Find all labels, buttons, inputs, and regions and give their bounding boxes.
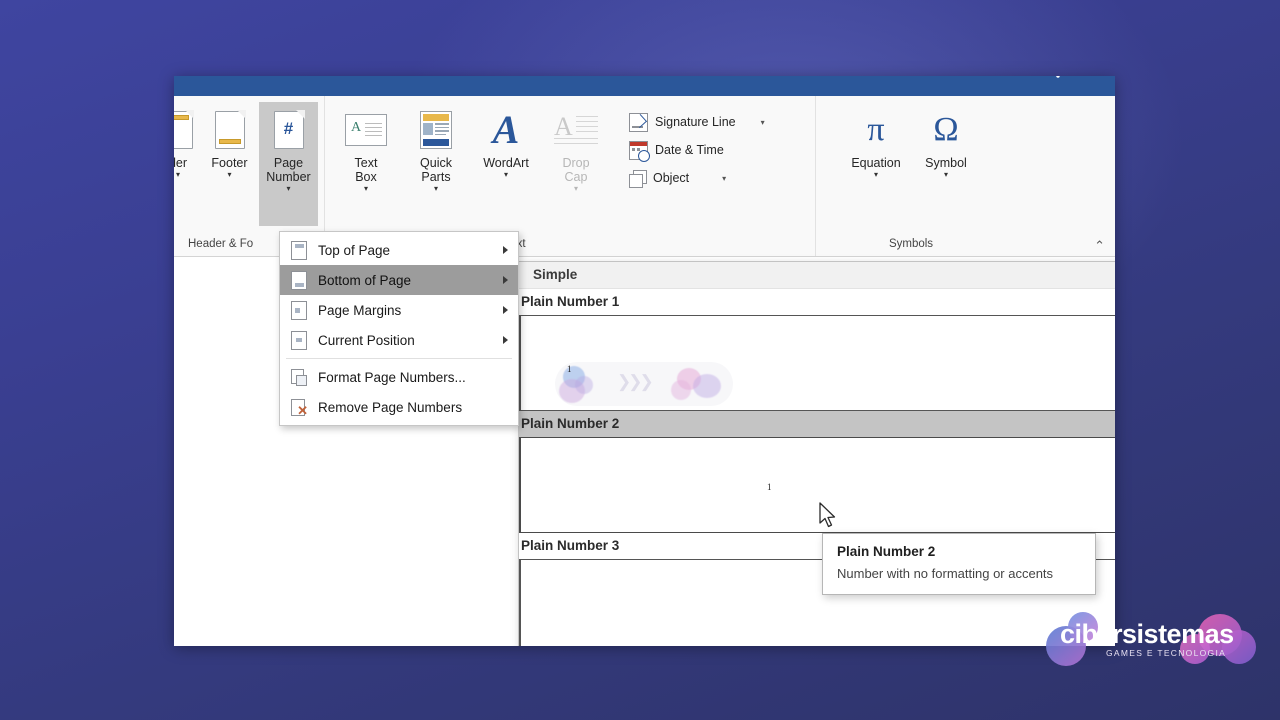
signature-line-label: Signature Line <box>655 115 736 129</box>
symbols-group-label: Symbols <box>816 237 1006 256</box>
footer-button-label: Footer <box>211 156 247 170</box>
header-button-label: der <box>174 156 187 170</box>
cibersistemas-logo: cibersistemas GAMES E TECNOLOGIA <box>1046 608 1256 674</box>
date-time-button[interactable]: Date & Time <box>625 136 771 164</box>
page-top-icon <box>286 241 312 260</box>
drop-cap-icon: A <box>554 106 598 154</box>
gallery-item-plain-number-2[interactable]: Plain Number 2 1 <box>519 411 1115 533</box>
tooltip: Plain Number 2 Number with no formatting… <box>822 533 1096 595</box>
quick-parts-label: Quick Parts <box>420 156 452 184</box>
quick-parts-icon <box>420 106 452 154</box>
menu-page-margins[interactable]: Page Margins <box>280 295 518 325</box>
menu-bottom-of-page-label: Bottom of Page <box>312 273 411 288</box>
object-icon <box>629 170 646 187</box>
wordart-caret-icon[interactable]: ▾ <box>504 171 508 179</box>
symbol-button[interactable]: Ω Symbol ▾ <box>911 102 981 181</box>
quick-parts-caret-icon[interactable]: ▾ <box>434 185 438 193</box>
gallery-item-1-preview[interactable]: ❯❯❯ 1 <box>519 315 1115 411</box>
gallery-item-2-number: 1 <box>767 482 772 492</box>
signature-line-button[interactable]: Signature Line ▾ <box>625 108 771 136</box>
omega-icon: Ω <box>933 106 958 154</box>
page-current-icon <box>286 331 312 350</box>
symbol-label: Symbol <box>925 156 967 170</box>
quick-parts-button[interactable]: Quick Parts ▾ <box>401 102 471 195</box>
object-label: Object <box>653 171 689 185</box>
text-group-small-buttons: Signature Line ▾ Date & Time <box>625 102 771 192</box>
page-margins-icon <box>286 301 312 320</box>
equation-button[interactable]: π Equation ▾ <box>841 102 911 181</box>
tooltip-description: Number with no formatting or accents <box>837 565 1081 582</box>
object-button[interactable]: Object ▾ <box>625 164 771 192</box>
date-time-label: Date & Time <box>655 143 724 157</box>
page-number-button[interactable]: # Page Number ▾ <box>259 102 318 226</box>
submenu-arrow-icon <box>503 276 508 284</box>
menu-current-position-label: Current Position <box>312 333 415 348</box>
menu-remove-page-numbers[interactable]: ✕ Remove Page Numbers <box>280 392 518 422</box>
page-number-button-label: Page Number <box>266 156 310 184</box>
footer-button[interactable]: Footer ▾ <box>200 102 259 181</box>
mouse-cursor <box>818 502 838 530</box>
symbol-caret-icon[interactable]: ▾ <box>944 171 948 179</box>
menu-page-margins-label: Page Margins <box>312 303 401 318</box>
gallery-item-1-title: Plain Number 1 <box>519 289 1115 315</box>
signature-line-icon <box>629 113 648 132</box>
signature-line-caret-icon[interactable]: ▾ <box>761 118 765 127</box>
logo-wordmark: cibersistemas <box>1060 620 1234 648</box>
submenu-arrow-icon <box>503 306 508 314</box>
ribbon-group-symbols: π Equation ▾ Ω Symbol ▾ Symbols <box>815 96 1006 256</box>
menu-top-of-page-label: Top of Page <box>312 243 390 258</box>
menu-bottom-of-page[interactable]: Bottom of Page <box>280 265 518 295</box>
drop-cap-caret-icon: ▾ <box>574 185 578 193</box>
text-box-button[interactable]: A Text Box ▾ <box>331 102 401 195</box>
watermark-decoration: ❯❯❯ <box>555 362 733 406</box>
drop-cap-label: Drop Cap <box>562 156 589 184</box>
ribbon-filler <box>1006 96 1115 256</box>
share-button[interactable]: Share <box>1047 76 1099 79</box>
wordart-icon: A <box>493 106 520 154</box>
title-bar: Share <box>174 76 1115 96</box>
remove-numbers-icon: ✕ <box>286 399 312 416</box>
footer-page-icon <box>215 106 245 154</box>
footer-caret-icon[interactable]: ▾ <box>227 171 231 179</box>
gallery-item-2-preview[interactable]: 1 <box>519 437 1115 533</box>
object-caret-icon[interactable]: ▾ <box>722 174 726 183</box>
header-caret-icon[interactable]: ▾ <box>176 171 180 179</box>
chevron-up-icon[interactable]: ⌃ <box>1094 239 1105 252</box>
equation-label: Equation <box>851 156 900 170</box>
pi-icon: π <box>867 106 884 154</box>
equation-caret-icon[interactable]: ▾ <box>874 171 878 179</box>
page-bottom-icon <box>286 271 312 290</box>
menu-remove-page-numbers-label: Remove Page Numbers <box>312 400 462 415</box>
share-icon <box>1047 76 1061 78</box>
page-number-caret-icon[interactable]: ▾ <box>286 185 290 193</box>
text-box-label: Text Box <box>355 156 378 184</box>
page-number-menu: Top of Page Bottom of Page Page Margins <box>279 231 519 426</box>
header-button[interactable]: der ▾ <box>174 102 200 181</box>
format-numbers-icon <box>286 369 312 386</box>
submenu-arrow-icon <box>503 246 508 254</box>
menu-current-position[interactable]: Current Position <box>280 325 518 355</box>
tooltip-title: Plain Number 2 <box>837 544 1081 559</box>
gallery-item-1-number: 1 <box>567 364 572 374</box>
gallery-item-plain-number-1[interactable]: Plain Number 1 ❯❯❯ 1 <box>519 289 1115 411</box>
gallery-item-2-title: Plain Number 2 <box>519 411 1115 437</box>
gallery-category-simple: Simple <box>519 262 1115 289</box>
menu-top-of-page[interactable]: Top of Page <box>280 235 518 265</box>
share-label: Share <box>1066 76 1099 79</box>
screenshot-root: Share der <box>0 0 1280 720</box>
menu-format-page-numbers[interactable]: Format Page Numbers... <box>280 362 518 392</box>
page-number-icon: # <box>274 106 304 154</box>
drop-cap-button: A Drop Cap ▾ <box>541 102 611 195</box>
submenu-arrow-icon <box>503 336 508 344</box>
wordart-label: WordArt <box>483 156 529 170</box>
text-box-icon: A <box>345 106 387 154</box>
wordart-button[interactable]: A WordArt ▾ <box>471 102 541 181</box>
menu-format-page-numbers-label: Format Page Numbers... <box>312 370 466 385</box>
date-time-icon <box>629 141 648 160</box>
header-page-icon <box>174 106 193 154</box>
menu-separator <box>286 358 512 359</box>
text-box-caret-icon[interactable]: ▾ <box>364 185 368 193</box>
logo-tagline: GAMES E TECNOLOGIA <box>1106 648 1226 658</box>
